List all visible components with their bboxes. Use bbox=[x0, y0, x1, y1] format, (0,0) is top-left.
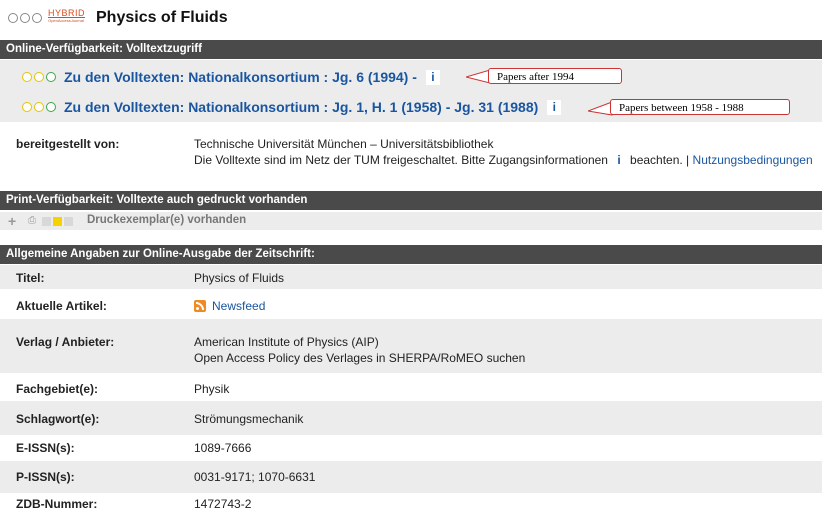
annotation-note-1: Papers after 1994 bbox=[488, 68, 622, 84]
print-availability-header: Print-Verfügbarkeit: Volltexte auch gedr… bbox=[0, 191, 822, 210]
status-square-icon bbox=[64, 217, 73, 226]
provided-by-row: bereitgestellt von: Technische Universit… bbox=[0, 134, 822, 172]
fulltext-link-1-text[interactable]: Zu den Volltexten: Nationalkonsortium : … bbox=[64, 69, 417, 85]
online-availability-header: Online-Verfügbarkeit: Volltextzugriff bbox=[0, 40, 822, 59]
hybrid-badge: HYBRID OpenAccessJournal bbox=[48, 8, 86, 23]
terms-link[interactable]: Nutzungsbedingungen bbox=[693, 153, 813, 167]
access-info-text: Die Volltexte sind im Netz der TUM freig… bbox=[194, 153, 813, 167]
print-copy-text: Druckexemplar(e) vorhanden bbox=[87, 214, 247, 226]
newsfeed-link[interactable]: Newsfeed bbox=[212, 299, 265, 313]
traffic-light-icon bbox=[22, 72, 56, 82]
print-copy-row[interactable]: + ⎙ Druckexemplar(e) vorhanden bbox=[0, 212, 822, 230]
journal-header: HYBRID OpenAccessJournal Physics of Flui… bbox=[0, 0, 822, 38]
table-row: Verlag / Anbieter: American Institute of… bbox=[0, 319, 822, 373]
info-icon[interactable]: i bbox=[425, 69, 440, 85]
rss-icon bbox=[194, 300, 206, 312]
page-title: Physics of Fluids bbox=[96, 9, 228, 26]
status-square-icon bbox=[42, 217, 51, 226]
traffic-light-icon bbox=[22, 102, 56, 112]
provider-name: Technische Universität München – Univers… bbox=[194, 137, 494, 151]
sherpa-romeo-link[interactable]: Open Access Policy des Verlages in SHERP… bbox=[194, 351, 525, 365]
table-row: E-ISSN(s): 1089-7666 bbox=[16, 441, 252, 455]
fulltext-link-1: Zu den Volltexten: Nationalkonsortium : … bbox=[22, 69, 440, 85]
print-icon: ⎙ bbox=[28, 215, 36, 226]
info-icon[interactable]: i bbox=[547, 99, 562, 115]
provided-by-label: bereitgestellt von: bbox=[16, 137, 120, 151]
table-row: Aktuelle Artikel: Newsfeed bbox=[16, 299, 266, 313]
table-row: ZDB-Nummer: 1472743-2 bbox=[16, 497, 252, 511]
subject-link[interactable]: Physik bbox=[194, 382, 229, 396]
annotation-note-2: Papers between 1958 - 1988 bbox=[610, 99, 790, 115]
info-icon[interactable]: i bbox=[617, 153, 620, 167]
expand-icon[interactable]: + bbox=[8, 213, 16, 229]
table-row: Titel: Physics of Fluids bbox=[0, 265, 822, 289]
table-row: Schlagwort(e): Strömungsmechanik bbox=[0, 401, 822, 435]
traffic-light-icon bbox=[8, 13, 42, 23]
fulltext-link-2: Zu den Volltexten: Nationalkonsortium : … bbox=[22, 99, 562, 115]
keyword-link[interactable]: Strömungsmechanik bbox=[194, 412, 303, 426]
table-row: P-ISSN(s): 0031-9171; 1070-6631 bbox=[0, 461, 822, 493]
status-square-icon bbox=[53, 217, 62, 226]
fulltext-link-2-text[interactable]: Zu den Volltexten: Nationalkonsortium : … bbox=[64, 99, 538, 115]
general-info-header: Allgemeine Angaben zur Online-Ausgabe de… bbox=[0, 245, 822, 264]
table-row: Fachgebiet(e): Physik bbox=[16, 382, 230, 396]
